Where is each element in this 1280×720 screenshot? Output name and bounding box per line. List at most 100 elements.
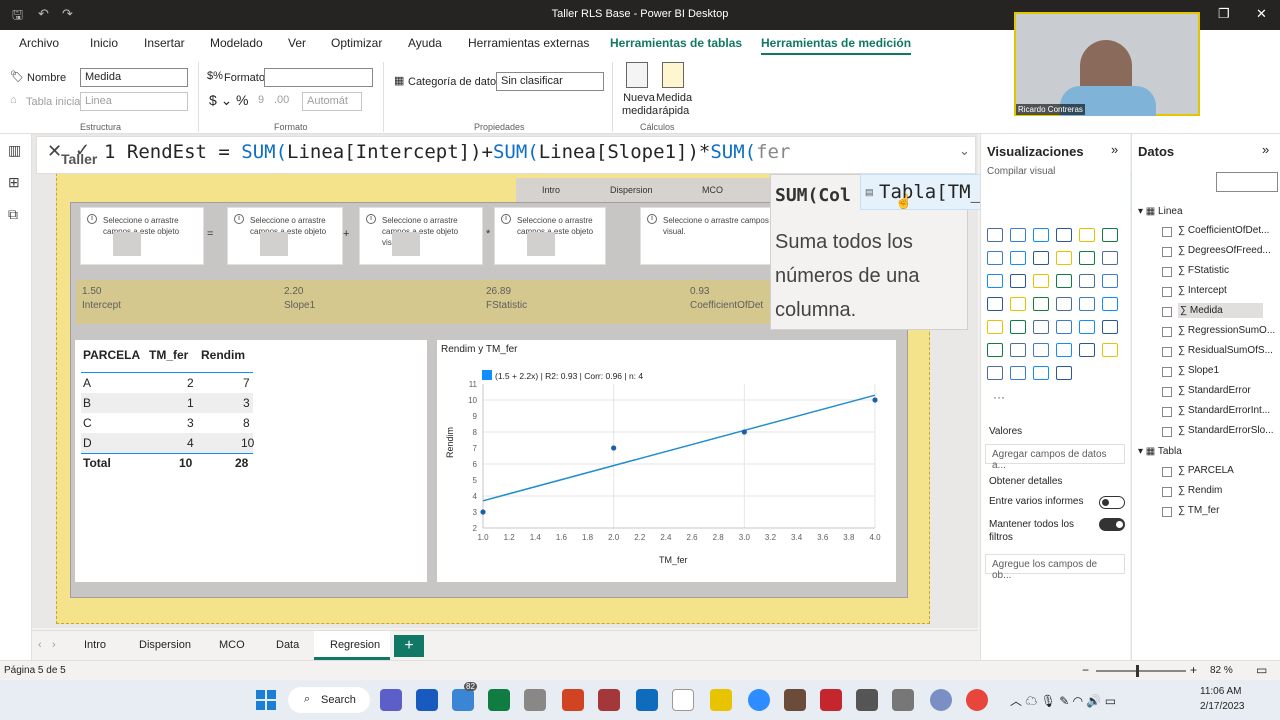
visual-type-icon[interactable] bbox=[1056, 320, 1072, 334]
powerbi-icon[interactable] bbox=[710, 689, 732, 711]
visual-type-icon[interactable] bbox=[1102, 228, 1118, 242]
windows-start-icon[interactable] bbox=[256, 690, 276, 710]
visual-type-icon[interactable] bbox=[1056, 228, 1072, 242]
field-checkbox[interactable] bbox=[1162, 427, 1172, 437]
app-icon[interactable] bbox=[892, 689, 914, 711]
nueva-medida-button[interactable]: Nueva medida bbox=[622, 92, 658, 118]
comma-icon[interactable]: 9 bbox=[258, 94, 264, 106]
visual-type-icon[interactable] bbox=[1033, 343, 1049, 357]
visual-type-icon[interactable] bbox=[1056, 366, 1072, 380]
field-checkbox[interactable] bbox=[1162, 407, 1172, 417]
visual-type-icon[interactable] bbox=[1079, 320, 1095, 334]
visual-type-icon[interactable] bbox=[987, 297, 1003, 311]
outlook-icon[interactable] bbox=[636, 689, 658, 711]
field-checkbox[interactable] bbox=[1162, 287, 1172, 297]
column-header[interactable]: Rendim bbox=[201, 348, 245, 362]
table-row[interactable]: B 1 3 bbox=[81, 393, 253, 413]
visual-type-icon[interactable] bbox=[1033, 228, 1049, 242]
access-icon[interactable] bbox=[598, 689, 620, 711]
search-input[interactable] bbox=[1216, 172, 1278, 192]
decimal-icon[interactable]: .00 bbox=[274, 94, 289, 106]
menu-inicio[interactable]: Inicio bbox=[90, 36, 118, 50]
field-checkbox[interactable] bbox=[1162, 227, 1172, 237]
visual-type-icon[interactable] bbox=[1010, 297, 1026, 311]
table-row[interactable]: C 3 8 bbox=[81, 413, 253, 433]
report-view-icon[interactable]: ▥ bbox=[8, 142, 21, 159]
visual-type-icon[interactable] bbox=[1010, 343, 1026, 357]
visual-type-icon[interactable] bbox=[1010, 251, 1026, 265]
field-item[interactable]: ∑ PARCELA bbox=[1178, 465, 1234, 476]
column-header[interactable]: PARCELA bbox=[83, 348, 140, 362]
card-visual-2[interactable]: i Seleccione o arrastre campos a este obj… bbox=[227, 207, 343, 265]
menu-archivo[interactable]: Archivo bbox=[19, 36, 59, 50]
field-checkbox[interactable] bbox=[1162, 507, 1172, 517]
teams-icon[interactable] bbox=[380, 689, 402, 711]
visual-type-icon[interactable] bbox=[987, 343, 1003, 357]
zoom-out-icon[interactable]: − bbox=[1082, 663, 1089, 677]
table-visual[interactable]: PARCELA TM_fer Rendim A 2 7 B 1 3 C 3 8 … bbox=[75, 340, 427, 582]
field-item[interactable]: ∑ FStatistic bbox=[1178, 265, 1229, 276]
visual-type-icon[interactable] bbox=[1102, 343, 1118, 357]
mantener-filtros-toggle[interactable] bbox=[1099, 518, 1125, 531]
card-visual-1[interactable]: i Seleccione o arrastre campos a este obj… bbox=[80, 207, 204, 265]
page-tab[interactable]: Intro bbox=[84, 639, 106, 651]
mail-icon[interactable]: 82 bbox=[452, 682, 477, 711]
search-box[interactable]: ⌕ Search bbox=[288, 687, 370, 713]
menu-herramientas-tablas[interactable]: Herramientas de tablas bbox=[610, 36, 742, 50]
field-checkbox[interactable] bbox=[1162, 367, 1172, 377]
visual-type-icon[interactable] bbox=[1033, 251, 1049, 265]
field-checkbox[interactable] bbox=[1162, 387, 1172, 397]
visual-type-icon[interactable] bbox=[1056, 274, 1072, 288]
visual-type-icon[interactable] bbox=[1056, 297, 1072, 311]
field-checkbox[interactable] bbox=[1162, 247, 1172, 257]
tray-icons[interactable]: ︿ ☁ 🎙 ✎ ◠ 🔊 ▭ bbox=[1010, 692, 1116, 709]
page-tab[interactable]: MCO bbox=[219, 639, 245, 651]
menu-ayuda[interactable]: Ayuda bbox=[408, 36, 442, 50]
visual-type-icon[interactable] bbox=[1010, 228, 1026, 242]
visual-type-icon[interactable] bbox=[1102, 251, 1118, 265]
app-icon[interactable] bbox=[784, 689, 806, 711]
menu-insertar[interactable]: Insertar bbox=[144, 36, 185, 50]
field-item[interactable]: ∑ Intercept bbox=[1178, 285, 1227, 296]
visual-type-icon[interactable] bbox=[1102, 274, 1118, 288]
visual-type-icon[interactable] bbox=[1079, 343, 1095, 357]
field-item[interactable]: ∑ Rendim bbox=[1178, 485, 1222, 496]
agregar-campos-well[interactable]: Agregar campos de datos a... bbox=[985, 444, 1125, 471]
visual-type-icon[interactable] bbox=[987, 228, 1003, 242]
file-icon[interactable] bbox=[672, 689, 694, 711]
model-view-icon[interactable]: ⧉ bbox=[8, 206, 18, 223]
restore-icon[interactable]: ❐ bbox=[1218, 6, 1230, 22]
table-row[interactable]: A 2 7 bbox=[81, 373, 253, 393]
visual-type-icon[interactable] bbox=[987, 320, 1003, 334]
collapse-icon[interactable]: » bbox=[1262, 142, 1269, 157]
menu-modelado[interactable]: Modelado bbox=[210, 36, 263, 50]
calculator-icon[interactable] bbox=[626, 62, 648, 88]
menu-ver[interactable]: Ver bbox=[288, 36, 306, 50]
nombre-input[interactable]: Medida bbox=[80, 68, 188, 87]
mini-tab[interactable]: Intro bbox=[542, 185, 560, 195]
r-icon[interactable] bbox=[930, 689, 952, 711]
field-item[interactable]: ∑ DegreesOfFreed... bbox=[1178, 245, 1271, 256]
close-icon[interactable]: ✕ bbox=[1256, 6, 1267, 22]
column-header[interactable]: TM_fer bbox=[149, 348, 188, 362]
field-checkbox[interactable] bbox=[1162, 307, 1172, 317]
tabla-inicial-select[interactable]: Linea bbox=[80, 92, 188, 111]
menu-herramientas-medicion[interactable]: Herramientas de medición bbox=[761, 36, 912, 55]
add-page-button[interactable]: + bbox=[394, 635, 424, 657]
field-checkbox[interactable] bbox=[1162, 467, 1172, 477]
mini-tab[interactable]: Dispersion bbox=[610, 185, 653, 195]
decimal-places-input[interactable]: Automát bbox=[302, 92, 362, 111]
collapse-icon[interactable]: » bbox=[1111, 142, 1118, 157]
categoria-select[interactable]: Sin clasificar bbox=[496, 72, 604, 91]
visual-type-icon[interactable] bbox=[1033, 320, 1049, 334]
mini-tab[interactable]: MCO bbox=[702, 185, 723, 195]
card-visual-4[interactable]: i Seleccione o arrastre campos a este obj… bbox=[494, 207, 606, 265]
visual-type-icon[interactable] bbox=[1079, 228, 1095, 242]
cancel-icon[interactable]: ✕ bbox=[47, 141, 62, 162]
field-item[interactable]: ∑ Medida bbox=[1178, 303, 1263, 318]
visual-type-icon[interactable] bbox=[1033, 366, 1049, 380]
page-tab[interactable]: Dispersion bbox=[139, 639, 191, 651]
app-icon[interactable] bbox=[820, 689, 842, 711]
field-item[interactable]: ∑ RegressionSumO... bbox=[1178, 325, 1275, 336]
field-item[interactable]: ∑ Slope1 bbox=[1178, 365, 1219, 376]
